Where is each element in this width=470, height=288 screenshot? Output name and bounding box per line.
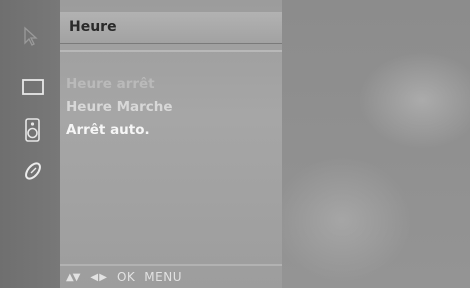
menu-item-heure-marche[interactable]: Heure Marche xyxy=(66,96,276,119)
page-title: Heure xyxy=(69,19,117,35)
clock-icon[interactable] xyxy=(22,160,44,182)
footer-divider xyxy=(60,264,282,266)
menu-hint: MENU xyxy=(144,270,182,284)
menu-list: Heure arrêt Heure Marche Arrêt auto. xyxy=(66,73,276,142)
left-right-arrows-icon: ◀ ▶ xyxy=(90,271,107,283)
menu-item-arret-auto[interactable]: Arrêt auto. xyxy=(66,119,276,142)
menu-item-heure-arret[interactable]: Heure arrêt xyxy=(66,73,276,96)
cursor-icon[interactable] xyxy=(22,26,40,46)
background-video-area xyxy=(282,0,470,288)
speaker-icon[interactable] xyxy=(24,117,42,143)
tv-osd-screen: Heure Heure arrêt Heure Marche Arrêt aut… xyxy=(0,0,470,288)
title-divider xyxy=(60,50,282,52)
menu-title-bar: Heure xyxy=(60,12,282,44)
screen-icon[interactable] xyxy=(22,79,44,95)
navigation-hints: ▲▼ ◀ ▶ OK MENU xyxy=(66,268,182,286)
up-down-arrows-icon: ▲▼ xyxy=(66,271,80,283)
ok-hint: OK xyxy=(116,270,136,284)
